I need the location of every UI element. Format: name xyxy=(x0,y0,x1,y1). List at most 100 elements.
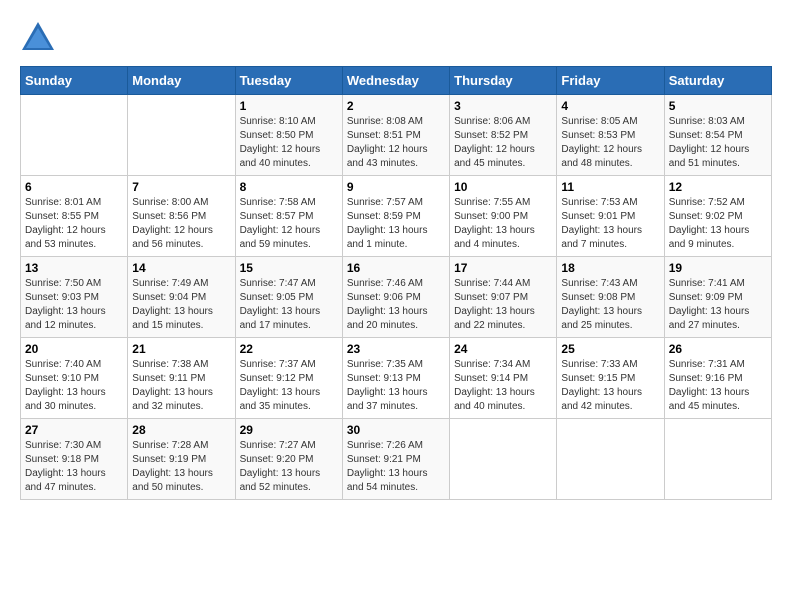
calendar-week-5: 27 Sunrise: 7:30 AM Sunset: 9:18 PM Dayli… xyxy=(21,419,772,500)
day-info: Sunrise: 8:08 AM Sunset: 8:51 PM Dayligh… xyxy=(347,115,445,171)
calendar-cell: 3 Sunrise: 8:06 AM Sunset: 8:52 PM Daylig… xyxy=(450,95,557,176)
calendar-cell: 17 Sunrise: 7:44 AM Sunset: 9:07 PM Dayli… xyxy=(450,257,557,338)
calendar-cell: 7Sunrise: 8:00 AM Sunset: 8:56 PM Daylig… xyxy=(128,176,235,257)
calendar-cell: 21Sunrise: 7:38 AM Sunset: 9:11 PM Dayli… xyxy=(128,338,235,419)
calendar-cell xyxy=(664,419,771,500)
calendar-week-4: 20Sunrise: 7:40 AM Sunset: 9:10 PM Dayli… xyxy=(21,338,772,419)
calendar-cell: 14Sunrise: 7:49 AM Sunset: 9:04 PM Dayli… xyxy=(128,257,235,338)
weekday-header-thursday: Thursday xyxy=(450,67,557,95)
day-info: Sunrise: 7:33 AM Sunset: 9:15 PM Dayligh… xyxy=(561,358,659,414)
calendar-cell: 12 Sunrise: 7:52 AM Sunset: 9:02 PM Dayli… xyxy=(664,176,771,257)
day-number: 27 xyxy=(25,423,123,437)
weekday-header-saturday: Saturday xyxy=(664,67,771,95)
calendar-cell: 8Sunrise: 7:58 AM Sunset: 8:57 PM Daylig… xyxy=(235,176,342,257)
calendar-cell: 5 Sunrise: 8:03 AM Sunset: 8:54 PM Daylig… xyxy=(664,95,771,176)
day-info: Sunrise: 7:57 AM Sunset: 8:59 PM Dayligh… xyxy=(347,196,445,252)
day-number: 29 xyxy=(240,423,338,437)
day-info: Sunrise: 7:55 AM Sunset: 9:00 PM Dayligh… xyxy=(454,196,552,252)
day-number: 3 xyxy=(454,99,552,113)
day-number: 30 xyxy=(347,423,445,437)
day-number: 16 xyxy=(347,261,445,275)
day-info: Sunrise: 8:01 AM Sunset: 8:55 PM Dayligh… xyxy=(25,196,123,252)
day-number: 26 xyxy=(669,342,767,356)
day-info: Sunrise: 7:34 AM Sunset: 9:14 PM Dayligh… xyxy=(454,358,552,414)
day-number: 20 xyxy=(25,342,123,356)
day-info: Sunrise: 7:49 AM Sunset: 9:04 PM Dayligh… xyxy=(132,277,230,333)
weekday-header-tuesday: Tuesday xyxy=(235,67,342,95)
calendar-week-2: 6 Sunrise: 8:01 AM Sunset: 8:55 PM Daylig… xyxy=(21,176,772,257)
weekday-header-wednesday: Wednesday xyxy=(342,67,449,95)
day-number: 11 xyxy=(561,180,659,194)
calendar-week-3: 13 Sunrise: 7:50 AM Sunset: 9:03 PM Dayli… xyxy=(21,257,772,338)
day-info: Sunrise: 8:10 AM Sunset: 8:50 PM Dayligh… xyxy=(240,115,338,171)
day-info: Sunrise: 7:43 AM Sunset: 9:08 PM Dayligh… xyxy=(561,277,659,333)
day-info: Sunrise: 7:26 AM Sunset: 9:21 PM Dayligh… xyxy=(347,439,445,495)
calendar-cell: 19Sunrise: 7:41 AM Sunset: 9:09 PM Dayli… xyxy=(664,257,771,338)
calendar-cell: 1 Sunrise: 8:10 AM Sunset: 8:50 PM Daylig… xyxy=(235,95,342,176)
weekday-header-monday: Monday xyxy=(128,67,235,95)
calendar-cell: 29 Sunrise: 7:27 AM Sunset: 9:20 PM Dayli… xyxy=(235,419,342,500)
day-info: Sunrise: 7:28 AM Sunset: 9:19 PM Dayligh… xyxy=(132,439,230,495)
calendar-cell: 6 Sunrise: 8:01 AM Sunset: 8:55 PM Daylig… xyxy=(21,176,128,257)
calendar-cell: 16 Sunrise: 7:46 AM Sunset: 9:06 PM Dayli… xyxy=(342,257,449,338)
logo-icon xyxy=(20,20,56,56)
day-number: 24 xyxy=(454,342,552,356)
day-number: 22 xyxy=(240,342,338,356)
day-info: Sunrise: 7:46 AM Sunset: 9:06 PM Dayligh… xyxy=(347,277,445,333)
day-info: Sunrise: 7:52 AM Sunset: 9:02 PM Dayligh… xyxy=(669,196,767,252)
day-number: 12 xyxy=(669,180,767,194)
calendar-cell xyxy=(450,419,557,500)
day-number: 5 xyxy=(669,99,767,113)
weekday-header-friday: Friday xyxy=(557,67,664,95)
day-info: Sunrise: 7:30 AM Sunset: 9:18 PM Dayligh… xyxy=(25,439,123,495)
day-number: 10 xyxy=(454,180,552,194)
page-header xyxy=(20,20,772,56)
day-info: Sunrise: 7:37 AM Sunset: 9:12 PM Dayligh… xyxy=(240,358,338,414)
day-number: 28 xyxy=(132,423,230,437)
calendar-cell: 27 Sunrise: 7:30 AM Sunset: 9:18 PM Dayli… xyxy=(21,419,128,500)
calendar-cell: 2Sunrise: 8:08 AM Sunset: 8:51 PM Daylig… xyxy=(342,95,449,176)
calendar-table: SundayMondayTuesdayWednesdayThursdayFrid… xyxy=(20,66,772,500)
day-info: Sunrise: 7:35 AM Sunset: 9:13 PM Dayligh… xyxy=(347,358,445,414)
day-number: 25 xyxy=(561,342,659,356)
calendar-week-1: 1 Sunrise: 8:10 AM Sunset: 8:50 PM Daylig… xyxy=(21,95,772,176)
calendar-cell xyxy=(21,95,128,176)
day-info: Sunrise: 7:50 AM Sunset: 9:03 PM Dayligh… xyxy=(25,277,123,333)
day-info: Sunrise: 7:27 AM Sunset: 9:20 PM Dayligh… xyxy=(240,439,338,495)
calendar-cell: 26Sunrise: 7:31 AM Sunset: 9:16 PM Dayli… xyxy=(664,338,771,419)
calendar-cell: 18 Sunrise: 7:43 AM Sunset: 9:08 PM Dayli… xyxy=(557,257,664,338)
day-info: Sunrise: 7:38 AM Sunset: 9:11 PM Dayligh… xyxy=(132,358,230,414)
calendar-cell: 4 Sunrise: 8:05 AM Sunset: 8:53 PM Daylig… xyxy=(557,95,664,176)
day-number: 23 xyxy=(347,342,445,356)
calendar-cell: 10 Sunrise: 7:55 AM Sunset: 9:00 PM Dayli… xyxy=(450,176,557,257)
day-info: Sunrise: 7:53 AM Sunset: 9:01 PM Dayligh… xyxy=(561,196,659,252)
calendar-cell: 25 Sunrise: 7:33 AM Sunset: 9:15 PM Dayli… xyxy=(557,338,664,419)
day-number: 17 xyxy=(454,261,552,275)
day-number: 4 xyxy=(561,99,659,113)
calendar-cell: 28 Sunrise: 7:28 AM Sunset: 9:19 PM Dayli… xyxy=(128,419,235,500)
calendar-cell xyxy=(557,419,664,500)
logo xyxy=(20,20,60,56)
calendar-cell xyxy=(128,95,235,176)
day-info: Sunrise: 8:03 AM Sunset: 8:54 PM Dayligh… xyxy=(669,115,767,171)
calendar-cell: 20Sunrise: 7:40 AM Sunset: 9:10 PM Dayli… xyxy=(21,338,128,419)
day-info: Sunrise: 8:05 AM Sunset: 8:53 PM Dayligh… xyxy=(561,115,659,171)
calendar-cell: 15Sunrise: 7:47 AM Sunset: 9:05 PM Dayli… xyxy=(235,257,342,338)
day-number: 18 xyxy=(561,261,659,275)
calendar-cell: 11 Sunrise: 7:53 AM Sunset: 9:01 PM Dayli… xyxy=(557,176,664,257)
day-number: 9 xyxy=(347,180,445,194)
day-number: 13 xyxy=(25,261,123,275)
day-info: Sunrise: 7:47 AM Sunset: 9:05 PM Dayligh… xyxy=(240,277,338,333)
calendar-cell: 24 Sunrise: 7:34 AM Sunset: 9:14 PM Dayli… xyxy=(450,338,557,419)
day-info: Sunrise: 8:06 AM Sunset: 8:52 PM Dayligh… xyxy=(454,115,552,171)
calendar-cell: 30 Sunrise: 7:26 AM Sunset: 9:21 PM Dayli… xyxy=(342,419,449,500)
day-number: 1 xyxy=(240,99,338,113)
calendar-cell: 13 Sunrise: 7:50 AM Sunset: 9:03 PM Dayli… xyxy=(21,257,128,338)
day-info: Sunrise: 7:44 AM Sunset: 9:07 PM Dayligh… xyxy=(454,277,552,333)
day-info: Sunrise: 7:41 AM Sunset: 9:09 PM Dayligh… xyxy=(669,277,767,333)
weekday-header-sunday: Sunday xyxy=(21,67,128,95)
calendar-cell: 9 Sunrise: 7:57 AM Sunset: 8:59 PM Daylig… xyxy=(342,176,449,257)
weekday-header-row: SundayMondayTuesdayWednesdayThursdayFrid… xyxy=(21,67,772,95)
day-number: 6 xyxy=(25,180,123,194)
day-info: Sunrise: 7:58 AM Sunset: 8:57 PM Dayligh… xyxy=(240,196,338,252)
